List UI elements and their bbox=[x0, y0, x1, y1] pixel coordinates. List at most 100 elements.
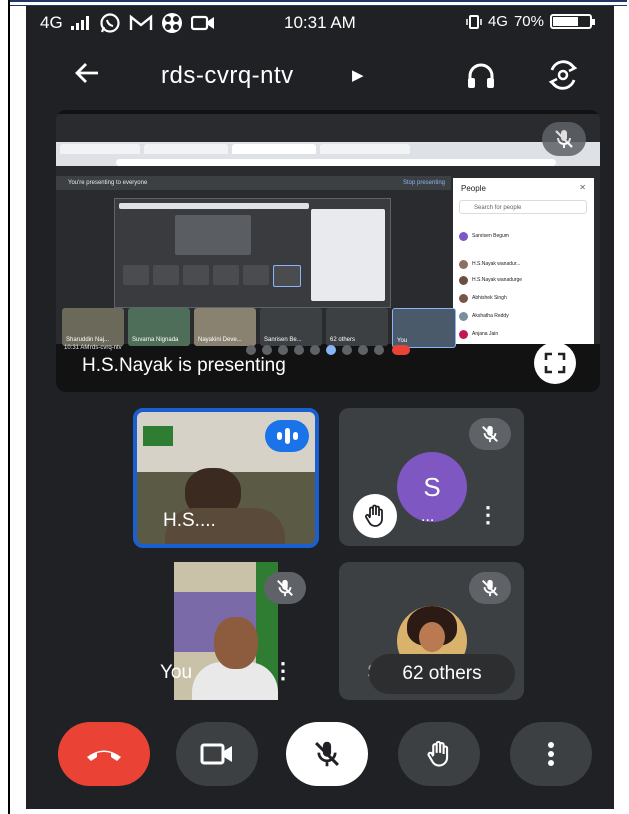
banner-graphic bbox=[143, 426, 173, 446]
meeting-code[interactable]: rds-cvrq-ntv bbox=[161, 62, 294, 90]
browser-tab bbox=[320, 144, 410, 154]
more-options-button[interactable] bbox=[510, 722, 592, 786]
shared-control-dot bbox=[262, 345, 272, 355]
document-border-top bbox=[8, 0, 627, 2]
presenting-label: H.S.Nayak is presenting bbox=[82, 355, 286, 376]
people-row: Sanrisen Begum bbox=[459, 230, 587, 242]
shared-screen-time: 10:31 AM bbox=[64, 345, 90, 351]
nested-participant bbox=[123, 265, 149, 285]
people-row: Akshatha Reddy bbox=[459, 310, 587, 322]
browser-tab bbox=[144, 144, 228, 154]
participant-tile-self[interactable]: You ⋮ bbox=[134, 562, 319, 700]
more-vert-icon[interactable]: ⋮ bbox=[272, 660, 294, 682]
self-face bbox=[214, 617, 258, 669]
document-border-left bbox=[8, 0, 10, 814]
vibrate-icon bbox=[466, 14, 482, 29]
arrow-left-icon bbox=[75, 63, 98, 83]
mic-off-badge bbox=[469, 572, 511, 604]
browser-tab bbox=[60, 144, 140, 154]
fullscreen-button[interactable] bbox=[534, 342, 576, 384]
nested-participant bbox=[213, 265, 239, 285]
microphone-button[interactable] bbox=[286, 722, 368, 786]
filmstrip-tile: Suvarna Nignada bbox=[128, 308, 190, 346]
mic-off-badge bbox=[469, 418, 511, 450]
more-vert-icon[interactable]: ⋮ bbox=[477, 504, 499, 526]
close-icon: ✕ bbox=[579, 183, 586, 192]
participant-tile-s[interactable]: S ... ⋮ bbox=[339, 408, 524, 546]
network-type-left: 4G bbox=[40, 13, 63, 32]
shared-control-dot bbox=[326, 345, 336, 355]
more-vert-icon bbox=[548, 742, 554, 766]
raised-hand-badge bbox=[353, 494, 397, 538]
battery-icon bbox=[550, 14, 595, 29]
raise-hand-icon bbox=[365, 504, 383, 527]
mic-off-badge bbox=[264, 572, 306, 604]
end-call-icon bbox=[87, 750, 121, 761]
presenting-banner: You're presenting to everyone Stop prese… bbox=[56, 176, 451, 190]
end-call-button[interactable] bbox=[58, 722, 150, 786]
raise-hand-button[interactable] bbox=[398, 722, 480, 786]
gmail-icon bbox=[129, 14, 152, 30]
stop-presenting-link: Stop presenting bbox=[402, 180, 445, 186]
browser-tab-active bbox=[232, 144, 316, 154]
mic-off-icon bbox=[315, 741, 339, 767]
people-row-name: H.S.Nayak wanadurge bbox=[472, 277, 523, 283]
network-type-right: 4G bbox=[487, 13, 508, 30]
nested-participant bbox=[243, 265, 269, 285]
mic-off-icon bbox=[555, 130, 573, 148]
participant-tile-others[interactable]: Su 62 others bbox=[339, 562, 524, 700]
clock: 10:31 AM bbox=[284, 13, 356, 32]
fullscreen-icon bbox=[544, 352, 566, 374]
others-count-button[interactable]: 62 others bbox=[369, 654, 515, 694]
camera-button[interactable] bbox=[176, 722, 258, 786]
people-row-name: Akshatha Reddy bbox=[472, 313, 509, 319]
shared-end-call-dot bbox=[392, 345, 410, 355]
nested-tab-bar bbox=[119, 203, 309, 209]
people-row-name: Anjana Jain bbox=[472, 331, 499, 337]
battery-percent: 70% bbox=[513, 13, 544, 30]
shared-control-dot bbox=[294, 345, 304, 355]
participant-tile-presenter[interactable]: H.S.... bbox=[133, 408, 319, 548]
caret-right-icon[interactable]: ▶ bbox=[352, 66, 364, 84]
back-button[interactable] bbox=[72, 58, 102, 96]
status-bar-right: 4G 70% bbox=[466, 13, 595, 30]
shared-control-dot bbox=[278, 345, 288, 355]
mic-off-icon bbox=[277, 579, 293, 597]
filmstrip-label: 62 others bbox=[330, 337, 356, 343]
people-row-name: Abhishek Singh bbox=[472, 295, 507, 301]
participant-name: H.S.... bbox=[163, 510, 216, 531]
avatar-face bbox=[419, 622, 445, 652]
audio-output-button[interactable] bbox=[466, 62, 496, 95]
call-controls bbox=[26, 722, 614, 802]
speaking-indicator bbox=[265, 420, 309, 452]
raise-hand-icon bbox=[427, 740, 449, 767]
shared-control-dot bbox=[374, 345, 384, 355]
switch-camera-button[interactable] bbox=[546, 60, 580, 95]
battery-fill bbox=[553, 17, 578, 26]
filmstrip-tile: 62 others bbox=[326, 308, 388, 346]
mic-off-icon bbox=[482, 579, 498, 597]
self-label: You bbox=[160, 662, 193, 683]
filmstrip-label: Suvarna Nignada bbox=[132, 337, 179, 343]
filmstrip-tile: Sharuddin Naj... bbox=[62, 308, 124, 346]
shared-control-dot bbox=[358, 345, 368, 355]
address-bar bbox=[116, 159, 556, 166]
status-bar: 4G 10:31 AM 4G 70% bbox=[26, 6, 614, 40]
phone-screen: 4G 10:31 AM 4G 70% rds-cvrq-ntv ▶ You're… bbox=[26, 6, 614, 809]
presenter-mic-off-badge bbox=[542, 122, 586, 156]
filmstrip-tile: Sanrisen Be... bbox=[260, 308, 322, 346]
nested-people-panel bbox=[311, 209, 385, 301]
people-panel-title: People bbox=[461, 184, 486, 193]
switch-camera-icon bbox=[548, 60, 578, 90]
presentation-tile[interactable]: You're presenting to everyone Stop prese… bbox=[56, 110, 600, 392]
signal-icon bbox=[70, 16, 89, 30]
shared-screen-code: rds-cvrq-ntv bbox=[90, 345, 122, 351]
people-search: Search for people bbox=[459, 200, 587, 214]
video-camera-icon bbox=[200, 743, 232, 765]
status-bar-left: 4G bbox=[40, 12, 215, 34]
presenting-banner-text: You're presenting to everyone bbox=[68, 180, 148, 186]
nested-screenshot bbox=[114, 198, 391, 308]
mic-off-icon bbox=[482, 425, 498, 443]
nested-participant bbox=[153, 265, 179, 285]
people-row-name: Sanrisen Begum bbox=[472, 233, 509, 239]
